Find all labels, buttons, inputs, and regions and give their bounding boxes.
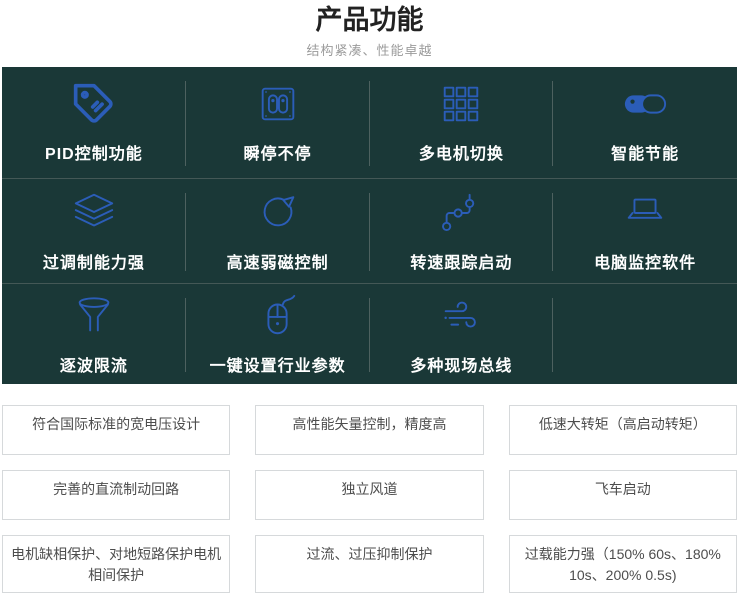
grid-cell-label: 智能节能: [611, 140, 679, 164]
grid-cell-label: 多电机切换: [419, 140, 504, 164]
grid-cell-one-key-setup: 一键设置行业参数: [186, 284, 370, 384]
grid-row: 过调制能力强 高速弱磁控制 转速: [2, 179, 737, 284]
page-header: 产品功能 结构紧凑、性能卓越: [0, 0, 739, 59]
feature-box-wide-voltage: 符合国际标准的宽电压设计: [2, 405, 230, 455]
grid-cell-multi-motor: 多电机切换: [370, 67, 554, 178]
grid-cell-overmodulation: 过调制能力强: [2, 179, 186, 283]
grid-cell-label: 转速跟踪启动: [410, 249, 512, 273]
grid-cell-label: 一键设置行业参数: [210, 352, 346, 376]
feature-grid: PID控制功能 瞬停不停: [2, 67, 737, 384]
grid-cell-current-limit: 逐波限流: [2, 284, 186, 384]
grid-cell-label: 逐波限流: [60, 352, 128, 376]
feature-box-dc-braking: 完善的直流制动回路: [2, 470, 230, 520]
grid-cell-pid-control: PID控制功能: [2, 67, 186, 178]
feature-box-overcurrent-protection: 过流、过压抑制保护: [255, 535, 483, 593]
feature-box-independent-duct: 独立风道: [255, 470, 483, 520]
feature-box-flying-start: 飞车启动: [509, 470, 737, 520]
feature-box-low-speed-torque: 低速大转矩（高启动转矩）: [509, 405, 737, 455]
grid-cell-energy-saving: 智能节能: [553, 67, 737, 178]
feature-box-overload-capacity: 过载能力强（150% 60s、180% 10s、200% 0.5s): [509, 535, 737, 593]
mouse-icon: [255, 293, 301, 339]
grid-cell-flux-weakening: 高速弱磁控制: [186, 179, 370, 283]
socket-icon: [255, 81, 301, 127]
grid-cell-label: PID控制功能: [45, 140, 143, 164]
grid-cell-label: 多种现场总线: [410, 352, 512, 376]
wind-icon: [438, 293, 484, 339]
grid-cell-label: 瞬停不停: [244, 140, 312, 164]
feature-box-vector-control: 高性能矢量控制，精度高: [255, 405, 483, 455]
funnel-icon: [71, 293, 117, 339]
nodes-icon: [438, 190, 484, 236]
page-title: 产品功能: [0, 3, 739, 37]
feature-box-motor-protection: 电机缺相保护、对地短路保护电机相间保护: [2, 535, 230, 593]
grid-icon: [438, 81, 484, 127]
grid-cell-label: 高速弱磁控制: [227, 249, 329, 273]
toggle-icon: [622, 81, 668, 127]
grid-cell-restart: 瞬停不停: [186, 67, 370, 178]
layers-icon: [71, 190, 117, 236]
grid-row: 逐波限流 一键设置行业参数: [2, 284, 737, 384]
grid-cell-empty: [553, 284, 737, 384]
page-subtitle: 结构紧凑、性能卓越: [0, 40, 739, 59]
grid-cell-label: 电脑监控软件: [594, 249, 696, 273]
grid-cell-speed-tracking: 转速跟踪启动: [370, 179, 554, 283]
laptop-icon: [622, 190, 668, 236]
rotate-icon: [255, 190, 301, 236]
tag-icon: [72, 81, 116, 127]
feature-list: 符合国际标准的宽电压设计 高性能矢量控制，精度高 低速大转矩（高启动转矩） 完善…: [2, 405, 737, 593]
grid-cell-fieldbus: 多种现场总线: [370, 284, 554, 384]
grid-row: PID控制功能 瞬停不停: [2, 67, 737, 179]
grid-cell-label: 过调制能力强: [43, 249, 145, 273]
grid-cell-pc-monitoring: 电脑监控软件: [553, 179, 737, 283]
